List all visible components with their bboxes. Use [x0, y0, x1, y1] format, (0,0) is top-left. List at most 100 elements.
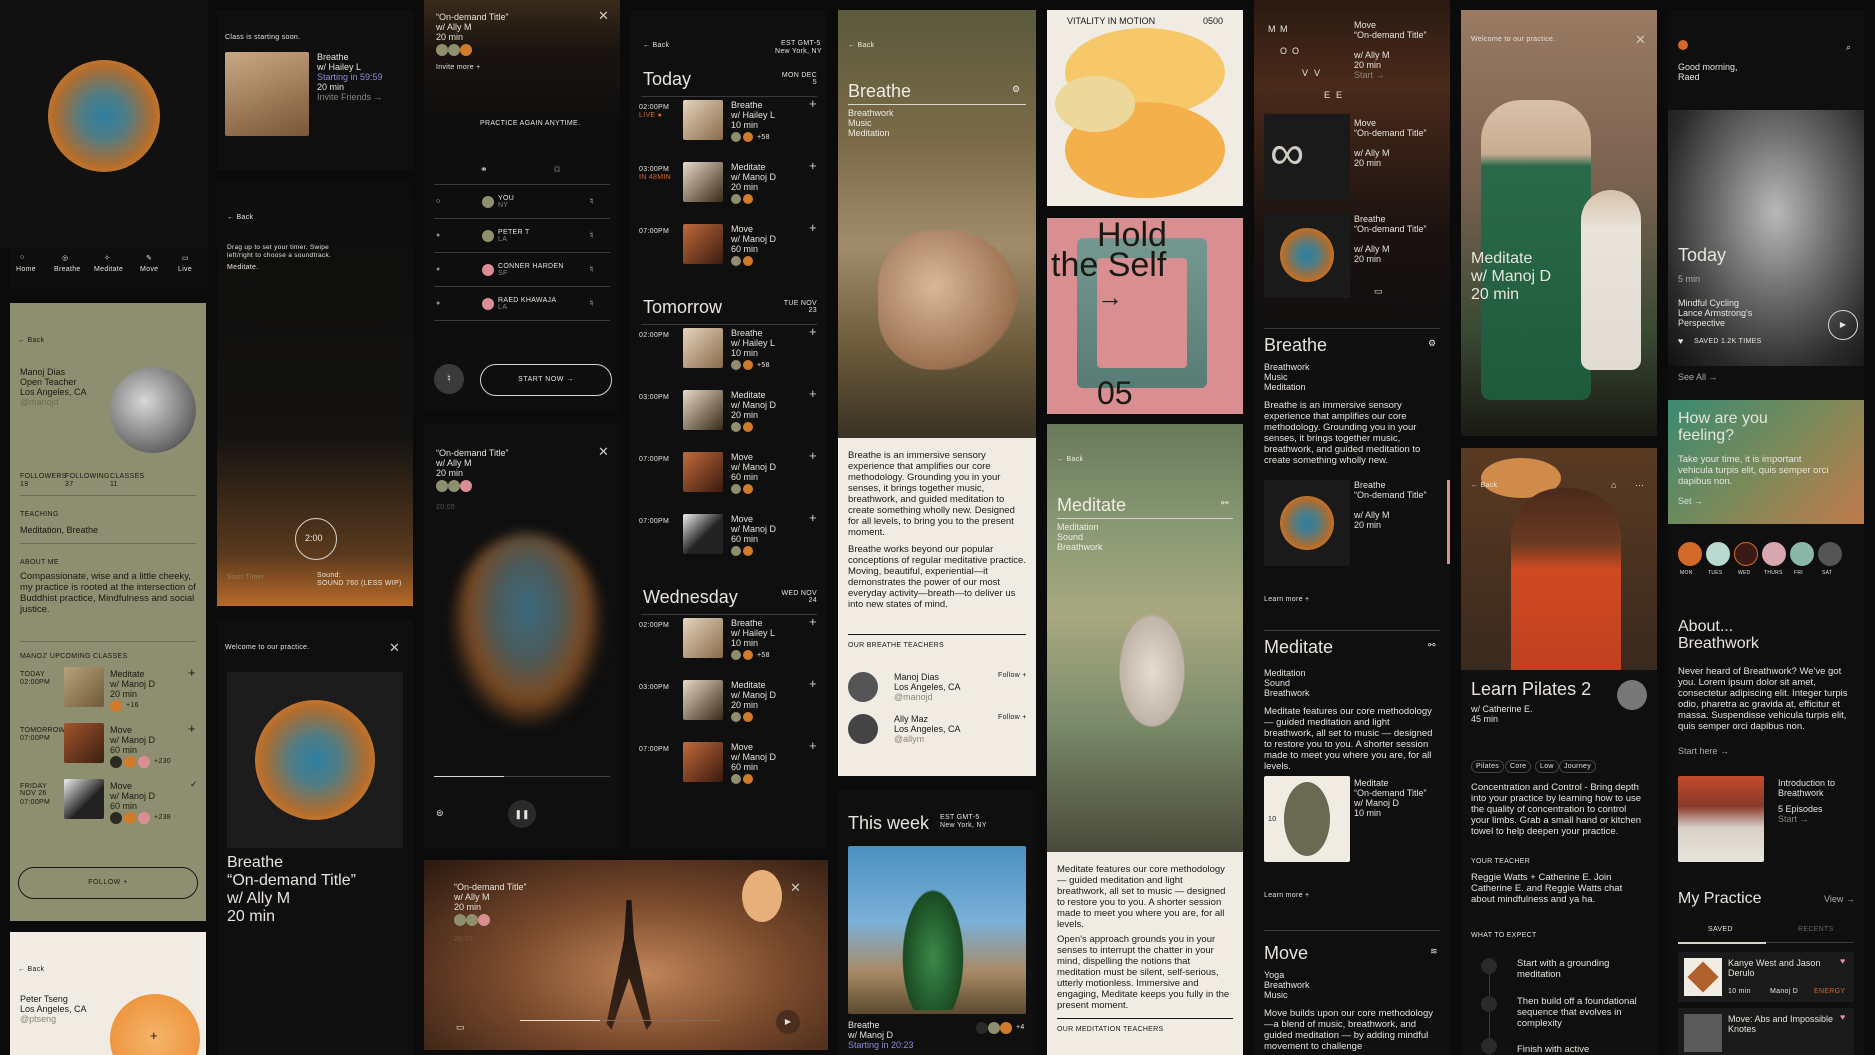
- share-icon[interactable]: ⚯: [1221, 498, 1229, 508]
- chip-low[interactable]: Low: [1535, 760, 1559, 773]
- mic-icon[interactable]: ♮: [590, 230, 593, 240]
- upcoming-class-row[interactable]: TOMORROW 07:00PM Move w/ Manoj D 60 min …: [10, 719, 206, 769]
- move-icon[interactable]: ≋: [1430, 946, 1438, 956]
- add-class-icon[interactable]: +: [809, 510, 817, 525]
- schedule-class-row[interactable]: 07:00PM Move w/ Manoj D 60 min +: [639, 738, 824, 802]
- tab-saved[interactable]: SAVED: [1708, 926, 1733, 933]
- play-button[interactable]: ▶: [776, 1010, 800, 1034]
- add-icon[interactable]: +: [150, 1028, 158, 1043]
- play-button[interactable]: ▶: [1828, 310, 1858, 340]
- mood-dot[interactable]: [1762, 542, 1786, 566]
- copy-icon[interactable]: ⧉: [554, 164, 560, 174]
- mic-icon[interactable]: ♮: [590, 196, 593, 206]
- share-icon[interactable]: ⚯: [1428, 640, 1436, 650]
- chip-core[interactable]: Core: [1505, 760, 1532, 773]
- tab-home[interactable]: Home: [16, 266, 36, 273]
- follow-button[interactable]: FOLLOW +: [18, 867, 198, 899]
- back-link[interactable]: ← Back: [227, 214, 253, 221]
- add-class-icon[interactable]: +: [809, 386, 817, 401]
- mood-dot[interactable]: [1790, 542, 1814, 566]
- schedule-class-row[interactable]: 02:00PM Breathe w/ Hailey L 10 min +58 +: [639, 614, 824, 678]
- chip-journey[interactable]: Journey: [1559, 760, 1597, 773]
- start-here-link[interactable]: Start here →: [1678, 746, 1729, 756]
- mic-toggle[interactable]: ♮: [434, 364, 464, 394]
- add-class-icon[interactable]: +: [809, 448, 817, 463]
- learn-more-link[interactable]: Learn more +: [1264, 892, 1309, 899]
- add-class-icon[interactable]: +: [809, 738, 817, 753]
- teacher-row[interactable]: Ally Maz Los Angeles, CA @allym Follow +: [838, 712, 1036, 750]
- mood-dot[interactable]: [1678, 542, 1702, 566]
- schedule-class-row[interactable]: 07:00PM Move w/ Manoj D 60 min +: [639, 448, 824, 512]
- pause-button[interactable]: ❚❚: [508, 800, 536, 828]
- learn-more-link[interactable]: Learn more +: [1264, 596, 1309, 603]
- follow-link[interactable]: Follow +: [998, 714, 1027, 721]
- start-link[interactable]: Start →: [1354, 70, 1385, 80]
- tab-move[interactable]: Move: [140, 266, 158, 273]
- mood-dot[interactable]: [1818, 542, 1842, 566]
- add-class-icon[interactable]: +: [188, 665, 196, 680]
- close-icon[interactable]: ✕: [598, 444, 609, 460]
- mood-dot[interactable]: [1734, 542, 1758, 566]
- view-link[interactable]: View →: [1824, 894, 1855, 904]
- back-link[interactable]: ← Back: [848, 42, 874, 49]
- see-all-link[interactable]: See All →: [1678, 372, 1718, 382]
- back-link[interactable]: ← Back: [1057, 456, 1083, 463]
- schedule-class-row[interactable]: 03:00PM Meditate w/ Manoj D 20 min +: [639, 676, 824, 740]
- add-class-icon[interactable]: +: [809, 676, 817, 691]
- tab-live[interactable]: Live: [178, 266, 192, 273]
- share-icon[interactable]: ⚭: [480, 164, 488, 174]
- add-class-icon[interactable]: +: [809, 324, 817, 339]
- add-class-icon[interactable]: +: [809, 96, 817, 111]
- chip-pilates[interactable]: Pilates: [1471, 760, 1505, 773]
- close-icon[interactable]: ✕: [1635, 32, 1646, 48]
- close-icon[interactable]: ✕: [790, 880, 801, 896]
- tab-breathe[interactable]: Breathe: [54, 266, 81, 273]
- start-now-button[interactable]: START NOW →: [480, 364, 612, 396]
- schedule-class-row[interactable]: 03:00PM IN 48MIN Meditate w/ Manoj D 20 min +: [639, 158, 824, 222]
- practice-item[interactable]: Kanye West and Jason Derulo ♥ 10 min Man…: [1678, 952, 1854, 1002]
- settings-icon[interactable]: ⚙: [1428, 338, 1436, 348]
- mic-icon[interactable]: ♮: [590, 298, 593, 308]
- heart-icon[interactable]: ♥: [1678, 336, 1683, 346]
- mood-dot[interactable]: [1706, 542, 1730, 566]
- scroll-indicator[interactable]: [1447, 480, 1450, 564]
- invite-link[interactable]: Invite Friends →: [317, 92, 383, 102]
- upcoming-class-row[interactable]: FRIDAY NOV 26 07:00PM Move w/ Manoj D 60…: [10, 775, 206, 825]
- teacher-row[interactable]: Manoj Dias Los Angeles, CA @manojd Follo…: [838, 670, 1036, 708]
- cast-icon[interactable]: ▭: [1374, 286, 1383, 296]
- schedule-class-row[interactable]: 03:00PM Meditate w/ Manoj D 20 min +: [639, 386, 824, 450]
- follow-link[interactable]: Follow +: [998, 672, 1027, 679]
- airplay-icon[interactable]: ▭: [456, 1022, 465, 1032]
- schedule-class-row[interactable]: 07:00PM Move w/ Manoj D 60 min +: [639, 220, 824, 284]
- sound-value[interactable]: SOUND 760 (LESS WIP): [317, 580, 402, 587]
- start-timer-button[interactable]: Start Timer: [227, 574, 265, 581]
- tab-recents[interactable]: RECENTS: [1798, 926, 1834, 933]
- back-link[interactable]: ← Back: [643, 42, 669, 49]
- invite-more-link[interactable]: Invite more +: [436, 64, 481, 71]
- heart-icon[interactable]: ♥: [1840, 956, 1845, 966]
- intro-start-link[interactable]: Start →: [1778, 814, 1809, 824]
- heart-icon[interactable]: ♥: [1840, 1012, 1845, 1022]
- add-class-icon[interactable]: +: [809, 158, 817, 173]
- back-link[interactable]: ← Back: [18, 337, 44, 344]
- upcoming-class-row[interactable]: TODAY 02:00PM Meditate w/ Manoj D 20 min…: [10, 663, 206, 713]
- add-class-icon[interactable]: +: [188, 721, 196, 736]
- add-class-icon[interactable]: +: [809, 614, 817, 629]
- more-icon[interactable]: ⋯: [1635, 480, 1644, 490]
- schedule-class-row[interactable]: 02:00PM LIVE ● Breathe w/ Hailey L 10 min +58…: [639, 96, 824, 160]
- set-link[interactable]: Set →: [1678, 496, 1703, 506]
- add-class-icon[interactable]: +: [809, 220, 817, 235]
- intro-thumbnail[interactable]: [1678, 776, 1764, 862]
- settings-icon[interactable]: ⚙: [1012, 84, 1020, 94]
- back-link[interactable]: ← Back: [18, 966, 44, 973]
- back-link[interactable]: ← Back: [1471, 482, 1497, 489]
- practice-item[interactable]: Move: Abs and Impossible Knotes ♥: [1678, 1008, 1854, 1055]
- bookmark-icon[interactable]: ⌂: [1611, 480, 1616, 490]
- schedule-class-row[interactable]: 07:00PM Move w/ Manoj D 60 min +: [639, 510, 824, 574]
- airplay-icon[interactable]: ⊜: [436, 808, 444, 818]
- mic-icon[interactable]: ♮: [590, 264, 593, 274]
- close-icon[interactable]: ✕: [598, 8, 609, 24]
- close-icon[interactable]: ✕: [389, 640, 400, 656]
- schedule-class-row[interactable]: 02:00PM Breathe w/ Hailey L 10 min +58 +: [639, 324, 824, 388]
- tab-meditate[interactable]: Meditate: [94, 266, 123, 273]
